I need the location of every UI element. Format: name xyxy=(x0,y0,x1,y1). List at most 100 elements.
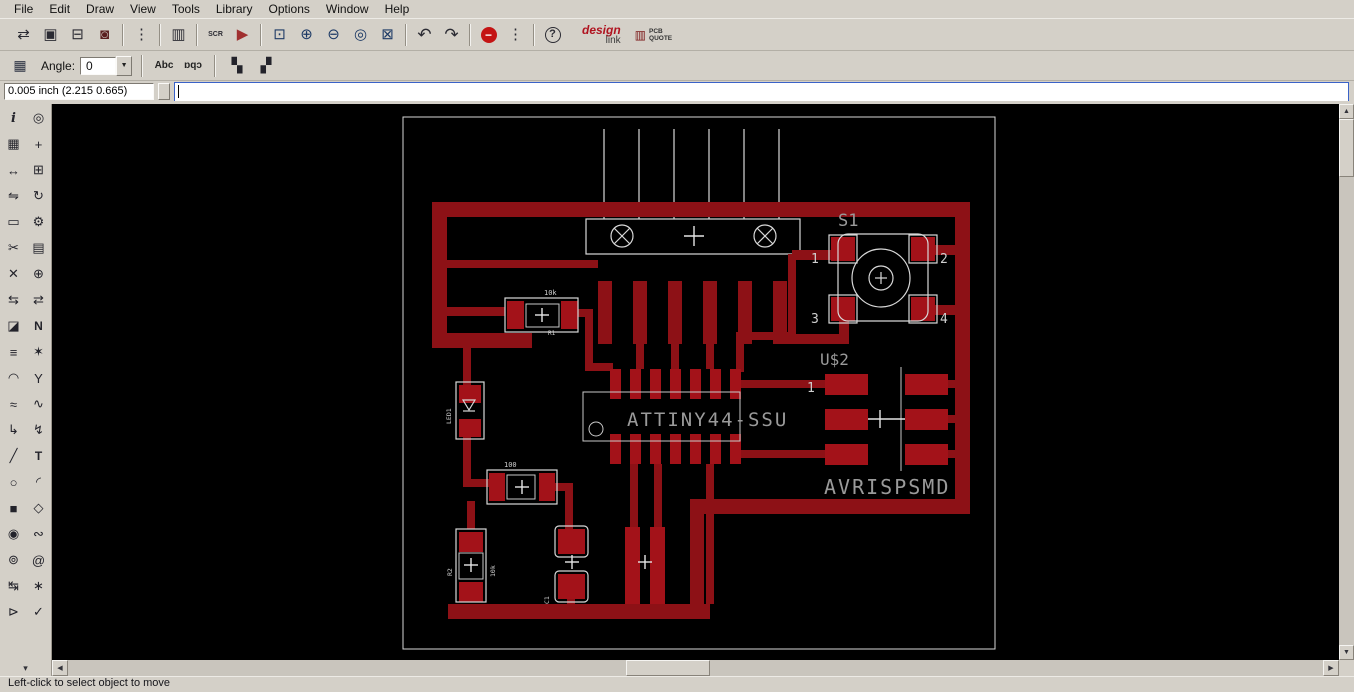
hole-tool[interactable]: ⊚ xyxy=(2,549,25,571)
board-canvas[interactable]: S1 1 2 3 4 U$2 1 ATTINY44-SSU AVRISPSMD … xyxy=(52,104,1339,660)
go-button[interactable]: ⋮ xyxy=(503,22,528,47)
angle-select[interactable]: 0 ▼ xyxy=(80,55,133,76)
move-tool[interactable]: ↔ xyxy=(2,159,25,181)
s1-pin-3: 3 xyxy=(811,312,819,327)
horizontal-scroll-track[interactable] xyxy=(68,660,1323,676)
print-button[interactable]: ⊟ xyxy=(65,22,90,47)
delete-tool[interactable]: ✕ xyxy=(2,263,25,285)
circle-icon: ○ xyxy=(9,474,18,490)
value-tool[interactable]: ≡ xyxy=(2,341,25,363)
copy-icon: ⊞ xyxy=(33,162,44,177)
lock-tool[interactable]: ◪ xyxy=(2,315,25,337)
scroll-up-button[interactable]: ▲ xyxy=(1339,104,1354,119)
paste-tool[interactable]: ▤ xyxy=(27,237,50,259)
zoom-out-button[interactable]: ⊖ xyxy=(321,22,346,47)
vertical-scroll-track[interactable] xyxy=(1339,177,1354,645)
cut-tool[interactable]: ✂ xyxy=(2,237,25,259)
help-button[interactable]: ? xyxy=(540,22,565,47)
led1-refdes: LED1 xyxy=(445,408,453,424)
polygon-tool[interactable]: ◇ xyxy=(27,497,50,519)
auto-icon: ⊳ xyxy=(8,604,19,619)
zoom-redraw-button[interactable]: ◎ xyxy=(348,22,373,47)
ratsnest-tool[interactable]: ∗ xyxy=(27,575,50,597)
replace-tool[interactable]: ⇄ xyxy=(27,289,50,311)
ulp-button[interactable]: ⋮ xyxy=(129,22,154,47)
zoom-select-button[interactable]: ⊠ xyxy=(375,22,400,47)
script-button[interactable]: SCR xyxy=(203,22,228,47)
abc-mirrored-button[interactable]: ɒqɔ xyxy=(181,54,205,78)
via-tool[interactable]: ◉ xyxy=(2,523,25,545)
group-tool[interactable]: ▭ xyxy=(2,211,25,233)
connector-j1[interactable] xyxy=(585,129,801,255)
attribute-tool[interactable]: @ xyxy=(27,549,50,571)
split-tool[interactable]: Y xyxy=(27,367,50,389)
name-tool[interactable]: N xyxy=(27,315,50,337)
zoom-fit-button[interactable]: ⊡ xyxy=(267,22,292,47)
coordinate-mode-button[interactable] xyxy=(158,83,170,100)
menu-help[interactable]: Help xyxy=(377,1,418,17)
info-tool[interactable]: i xyxy=(2,107,25,129)
vertical-scroll-thumb[interactable] xyxy=(1339,119,1354,177)
stop-button[interactable]: − xyxy=(476,22,501,47)
menu-view[interactable]: View xyxy=(122,1,164,17)
mark-tool[interactable]: + xyxy=(27,133,50,155)
command-input[interactable] xyxy=(175,83,1348,101)
rect-tool[interactable]: ■ xyxy=(2,497,25,519)
copy-tool[interactable]: ⊞ xyxy=(27,159,50,181)
scroll-down-button[interactable]: ▼ xyxy=(1339,645,1354,660)
smash-tool[interactable]: ✶ xyxy=(27,341,50,363)
zoom-in-button[interactable]: ⊕ xyxy=(294,22,319,47)
run-button[interactable]: ▶ xyxy=(230,22,255,47)
show-tool[interactable]: ◎ xyxy=(27,107,50,129)
meander-tool[interactable]: ≈ xyxy=(2,393,25,415)
design-link-button[interactable]: design link xyxy=(582,24,621,46)
auto-tool[interactable]: ⊳ xyxy=(2,601,25,623)
abc-button[interactable]: Abc xyxy=(152,54,176,78)
menu-tools[interactable]: Tools xyxy=(164,1,208,17)
save-button[interactable]: ▣ xyxy=(38,22,63,47)
optimize-tool[interactable]: ∿ xyxy=(27,393,50,415)
route-tool[interactable]: ↳ xyxy=(2,419,25,441)
menu-library[interactable]: Library xyxy=(208,1,261,17)
component-ic1[interactable]: ATTINY44-SSU xyxy=(582,391,788,442)
vertical-scrollbar[interactable]: ▲ ▼ xyxy=(1339,104,1354,660)
scroll-right-button[interactable]: ▶ xyxy=(1323,660,1339,676)
menu-options[interactable]: Options xyxy=(261,1,318,17)
rotate-tool[interactable]: ↻ xyxy=(27,185,50,207)
via-icon: ◉ xyxy=(7,526,20,541)
wire-tool[interactable]: ╱ xyxy=(2,445,25,467)
cam-button[interactable]: ◙ xyxy=(92,22,117,47)
horizontal-scroll-thumb[interactable] xyxy=(626,660,710,676)
scroll-left-button[interactable]: ◀ xyxy=(52,660,68,676)
display-top-bottom-button[interactable]: ▚ xyxy=(225,54,249,78)
layer-settings-button[interactable]: ▥ xyxy=(166,22,191,47)
switch-board-schematic-button[interactable]: ⇄ xyxy=(11,22,36,47)
menu-edit[interactable]: Edit xyxy=(41,1,78,17)
arc-tool[interactable]: ◜ xyxy=(27,471,50,493)
drc-tool[interactable]: ✓ xyxy=(27,601,50,623)
angle-dropdown-button[interactable]: ▼ xyxy=(116,55,133,76)
tool-palette-more-button[interactable]: ▾ xyxy=(0,660,52,676)
dimension-tool[interactable]: ↹ xyxy=(2,575,25,597)
undo-button[interactable]: ↶ xyxy=(412,22,437,47)
ripup-tool[interactable]: ↯ xyxy=(27,419,50,441)
menu-window[interactable]: Window xyxy=(318,1,377,17)
signal-tool[interactable]: ∾ xyxy=(27,523,50,545)
component-jp1[interactable] xyxy=(638,555,652,569)
mirror-tool[interactable]: ⇋ xyxy=(2,185,25,207)
text-caret xyxy=(178,85,179,98)
redo-button[interactable]: ↷ xyxy=(439,22,464,47)
menu-file[interactable]: File xyxy=(6,1,41,17)
pinswap-tool[interactable]: ⇆ xyxy=(2,289,25,311)
miter-tool[interactable]: ◠ xyxy=(2,367,25,389)
grid-button[interactable]: ▦ xyxy=(8,54,32,78)
circle-tool[interactable]: ○ xyxy=(2,471,25,493)
text-tool[interactable]: T xyxy=(27,445,50,467)
add-tool[interactable]: ⊕ xyxy=(27,263,50,285)
change-tool[interactable]: ⚙ xyxy=(27,211,50,233)
display-tool[interactable]: ▦ xyxy=(2,133,25,155)
display-current-layer-button[interactable]: ▞ xyxy=(254,54,278,78)
u2-refdes: U$2 xyxy=(820,350,849,369)
menu-draw[interactable]: Draw xyxy=(78,1,122,17)
pcb-quote-button[interactable]: ▥ PCB QUOTE xyxy=(635,28,672,42)
